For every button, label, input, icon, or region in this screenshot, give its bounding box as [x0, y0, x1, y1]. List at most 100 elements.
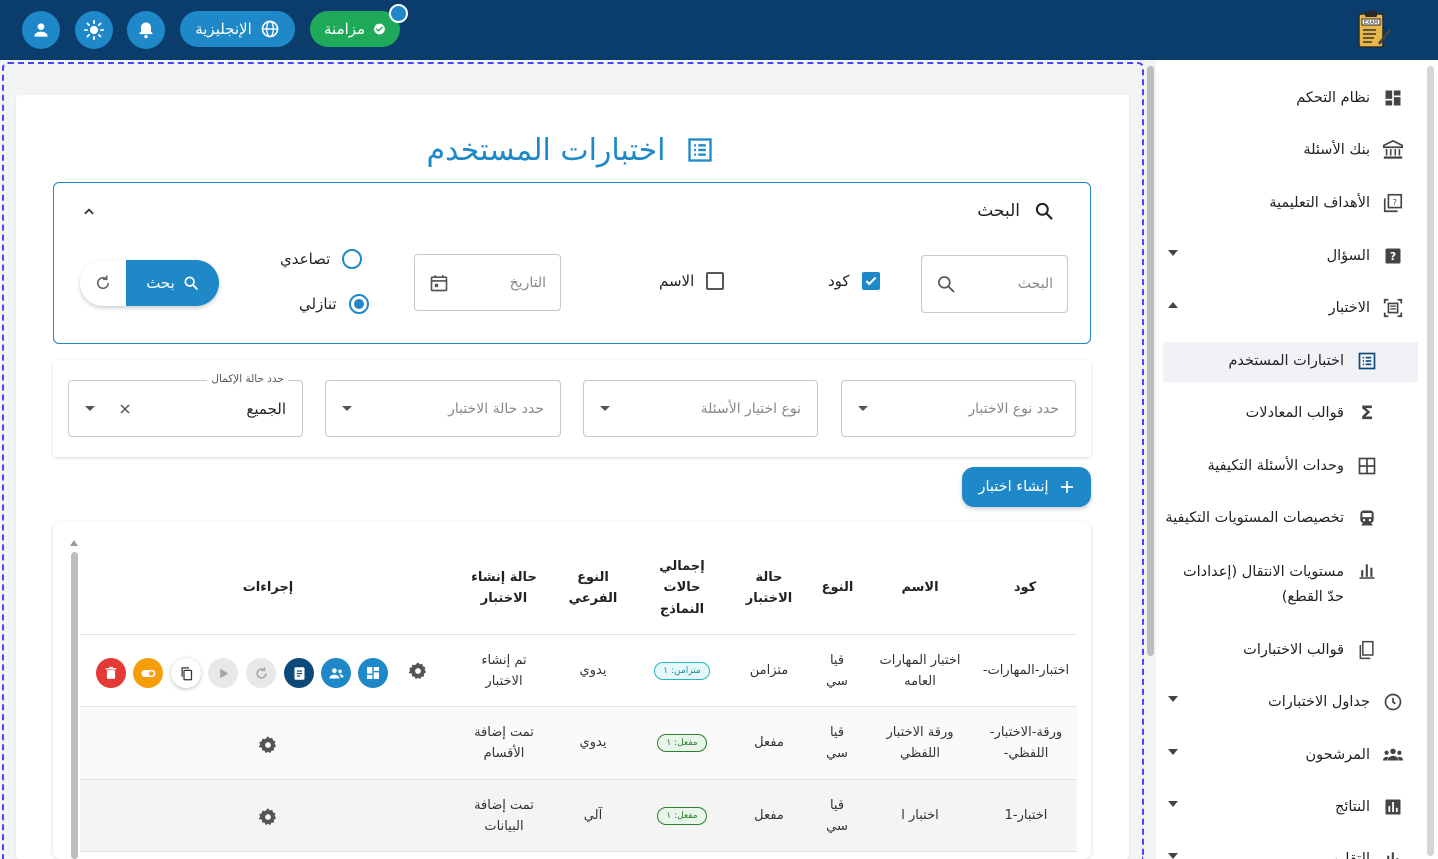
search-icon [938, 276, 955, 293]
column-header-creation-status[interactable]: حالة إنشاء الاختبار [455, 548, 553, 628]
sync-label: مزامنة [324, 20, 366, 38]
sidebar-item-exam[interactable]: الاختبار [1168, 288, 1404, 328]
sidebar-item-reports[interactable]: التقارير [1168, 839, 1404, 859]
main-scrollbar[interactable] [1147, 66, 1154, 656]
sidebar-item-question[interactable]: ? السؤال [1168, 236, 1404, 276]
sort-descending-radio[interactable]: تنازلي [299, 294, 369, 314]
table-scrollbar[interactable] [71, 552, 78, 859]
completion-status-select[interactable]: حدد حالة الإكمال الجميع [68, 373, 303, 437]
cell-forms-total: مفعل: ١ [640, 707, 724, 779]
asc-label: تصاعدي [280, 250, 331, 268]
question-type-select[interactable]: نوع اختيار الأسئلة [583, 380, 818, 437]
sun-icon [83, 19, 105, 41]
settings-button[interactable] [407, 660, 429, 682]
copy-icon [181, 666, 192, 680]
gear-icon [408, 662, 427, 680]
gear-icon [258, 736, 277, 754]
refresh-icon [255, 666, 267, 679]
sync-button[interactable]: مزامنة [310, 11, 400, 47]
sidebar-item-transition-levels[interactable]: مستويات الانتقال (إعدادات حدّ القطع) [1168, 560, 1378, 614]
sidebar-item-learning-objectives[interactable]: ? الأهداف التعليمية [1168, 183, 1404, 223]
language-button[interactable]: الإنجليزية [180, 11, 295, 47]
create-exam-button[interactable]: إنشاء اختبار [962, 467, 1091, 507]
sidebar-item-user-exams[interactable]: اختبارات المستخدم [1168, 341, 1378, 381]
table-scroll-up-icon[interactable] [70, 540, 78, 546]
cell-name: ورقة الاختبار اللفظي [886, 724, 954, 761]
column-header-actions: إجراءات [242, 580, 294, 596]
check-circle-icon [374, 23, 385, 35]
radio-empty-icon[interactable] [342, 249, 363, 269]
people-icon [1382, 744, 1404, 766]
cell-creation-status: تمت إضافة الأقسام [474, 724, 534, 761]
date-input[interactable]: التاريخ [414, 254, 561, 311]
sidebar-item-label: السؤال [1326, 248, 1370, 264]
radio-selected-icon[interactable] [348, 294, 369, 314]
dashboard-action-button[interactable] [358, 658, 388, 688]
theme-toggle-button[interactable] [75, 11, 113, 49]
sidebar-item-exam-schedules[interactable]: جداول الاختبارات [1168, 682, 1404, 722]
sidebar-item-exam-templates[interactable]: قوالب الاختبارات [1168, 630, 1378, 670]
sidebar-item-adaptive-units[interactable]: وحدات الأسئلة التكيفية [1168, 446, 1378, 486]
search-input[interactable]: البحث [921, 255, 1068, 313]
sidebar-item-dashboard[interactable]: نظام التحكم [1168, 78, 1404, 118]
search-icon [184, 276, 198, 290]
column-header-forms-total[interactable]: إجمالي حالات النماذج [650, 548, 714, 628]
sidebar-item-label: مستويات الانتقال (إعدادات حدّ القطع) [1182, 564, 1344, 606]
sidebar-item-label: بنك الأسئلة [1303, 142, 1370, 158]
sidebar-item-adaptive-levels[interactable]: تخصيصات المستويات التكيفية [1165, 498, 1378, 538]
column-header-subtype[interactable]: النوع الفرعي [560, 548, 626, 628]
logo-text: EXAM [1364, 20, 1378, 26]
column-header-status[interactable]: حالة الاختبار [740, 548, 798, 628]
sidebar-item-label: المرشحون [1305, 747, 1370, 763]
toggle-icon [140, 669, 156, 677]
sidebar-scrollbar[interactable] [1427, 66, 1434, 856]
chevron-up-icon [84, 208, 94, 215]
sidebar-item-equation-templates[interactable]: Σ قوالب المعادلات [1168, 393, 1378, 433]
exam-status-select[interactable]: حدد حالة الاختبار [325, 380, 561, 437]
sidebar-item-question-bank[interactable]: بنك الأسئلة [1168, 130, 1404, 170]
exam-icon [1382, 297, 1404, 319]
page-title: اختبارات المستخدم [420, 128, 720, 172]
collapse-search-button[interactable] [82, 205, 96, 223]
exam-type-select[interactable]: حدد نوع الاختبار [841, 380, 1076, 437]
calendar-icon [430, 274, 448, 291]
column-header-name[interactable]: الاسم [872, 548, 968, 628]
row-divider [80, 851, 1077, 852]
page-title-text: اختبارات المستخدم [426, 132, 666, 168]
bank-icon [1382, 139, 1404, 161]
code-checkbox[interactable]: كود [828, 272, 880, 290]
reset-action-button[interactable] [246, 658, 276, 688]
sigma-icon: Σ [1360, 402, 1374, 424]
sort-ascending-radio[interactable]: تصاعدي [280, 249, 363, 269]
clear-icon[interactable] [119, 403, 131, 415]
settings-button[interactable] [257, 806, 279, 828]
question-icon: ? [1382, 245, 1404, 267]
chevron-down-icon [1168, 250, 1178, 256]
checkbox-empty-icon[interactable] [706, 272, 725, 290]
exam-logo[interactable]: EXAM [1356, 10, 1392, 50]
trash-icon [105, 666, 117, 679]
settings-button[interactable] [257, 734, 279, 756]
name-checkbox[interactable]: الاسم [659, 272, 725, 290]
copy-action-button[interactable] [171, 658, 201, 688]
assign-candidates-button[interactable] [321, 658, 351, 688]
globe-icon [261, 20, 279, 38]
toggle-action-button[interactable] [133, 658, 163, 688]
play-action-button[interactable] [208, 658, 238, 688]
copy-icon [1356, 639, 1378, 661]
delete-action-button[interactable] [96, 658, 126, 688]
sidebar-item-label: اختبارات المستخدم [1228, 353, 1344, 369]
search-button[interactable]: بحث [126, 260, 219, 306]
sidebar-item-results[interactable]: النتائج [1168, 787, 1404, 827]
user-account-button[interactable] [22, 11, 60, 49]
cell-subtype: آلي [583, 808, 603, 824]
checkbox-checked-icon[interactable] [861, 272, 880, 290]
chevron-down-icon [1168, 696, 1178, 702]
column-header-code[interactable]: كود [975, 548, 1075, 628]
cell-creation-status: تم إنشاء الاختبار [481, 652, 527, 689]
column-header-type[interactable]: النوع [810, 548, 865, 628]
reset-search-button[interactable] [80, 260, 126, 306]
notifications-button[interactable] [127, 11, 165, 49]
details-action-button[interactable] [284, 658, 314, 688]
sidebar-item-candidates[interactable]: المرشحون [1168, 735, 1404, 775]
